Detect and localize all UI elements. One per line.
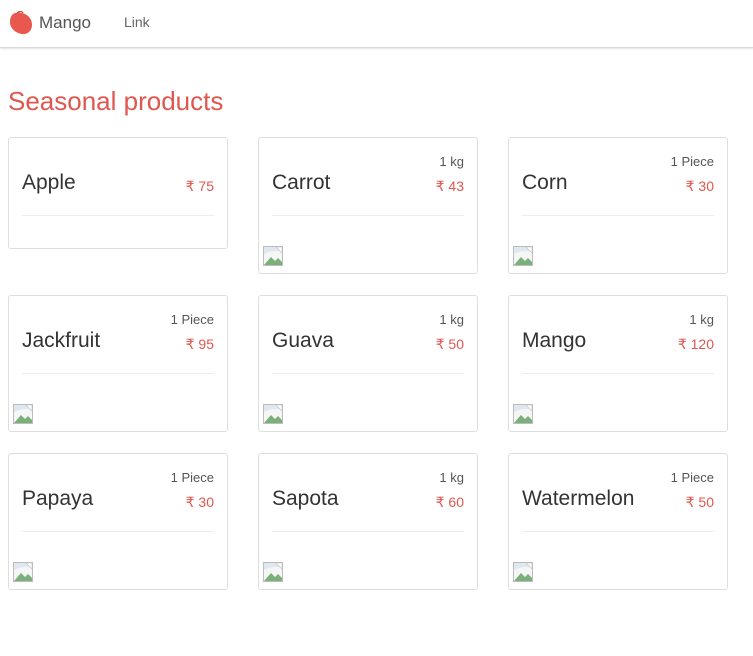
broken-image-icon [13,562,33,582]
card-divider [522,373,714,374]
product-name: Sapota [272,487,339,510]
card-divider [272,373,464,374]
product-card[interactable]: 1 kg Mango ₹ 120 [508,295,728,432]
broken-image-icon [263,246,283,266]
card-divider [272,215,464,216]
card-divider [522,215,714,216]
broken-image-icon [513,404,533,424]
product-unit: 1 kg [439,470,464,485]
product-card[interactable]: 1 Piece Papaya ₹ 30 [8,453,228,590]
product-unit: 1 Piece [670,470,714,485]
broken-image-icon [263,404,283,424]
product-price: ₹ 120 [677,336,714,352]
card-divider [22,373,214,374]
product-unit: 1 kg [439,312,464,327]
product-price: ₹ 43 [435,178,464,194]
product-card[interactable]: 1 kg Sapota ₹ 60 [258,453,478,590]
product-card[interactable]: 1 Piece Jackfruit ₹ 95 [8,295,228,432]
product-card[interactable]: 1 kg Carrot ₹ 43 [258,137,478,274]
product-name: Apple [22,171,76,194]
product-name: Corn [522,171,568,194]
product-name: Jackfruit [22,329,101,352]
product-unit: 1 kg [439,154,464,169]
product-name: Carrot [272,171,331,194]
product-price: ₹ 60 [435,494,464,510]
product-grid: Apple ₹ 75 1 kg Carrot ₹ 43 1 Piece Corn… [8,137,728,590]
nav-link[interactable]: Link [124,14,150,30]
product-unit: 1 Piece [670,154,714,169]
broken-image-icon [263,562,283,582]
card-divider [272,531,464,532]
product-card[interactable]: 1 Piece Corn ₹ 30 [508,137,728,274]
product-price: ₹ 50 [685,494,714,510]
product-unit: 1 Piece [170,312,214,327]
card-divider [522,531,714,532]
product-price: ₹ 50 [435,336,464,352]
product-price: ₹ 30 [685,178,714,194]
product-unit: 1 kg [689,312,714,327]
product-name: Watermelon [522,487,635,510]
product-name: Mango [522,329,587,352]
page-title: Seasonal products [8,86,224,116]
product-price: ₹ 75 [185,178,214,194]
product-card[interactable]: 1 Piece Watermelon ₹ 50 [508,453,728,590]
broken-image-icon [513,562,533,582]
card-divider [22,531,214,532]
product-name: Guava [272,329,334,352]
product-card[interactable]: 1 kg Guava ₹ 50 [258,295,478,432]
mango-logo-icon [10,10,32,35]
product-unit: 1 Piece [170,470,214,485]
product-name: Papaya [22,487,94,510]
product-price: ₹ 30 [185,494,214,510]
navbar: Mango Link [0,0,753,48]
broken-image-icon [513,246,533,266]
broken-image-icon [13,404,33,424]
card-divider [22,215,214,216]
product-card[interactable]: Apple ₹ 75 [8,137,228,249]
brand-name: Mango [39,13,91,32]
brand-link[interactable]: Mango [8,10,91,36]
product-price: ₹ 95 [185,336,214,352]
